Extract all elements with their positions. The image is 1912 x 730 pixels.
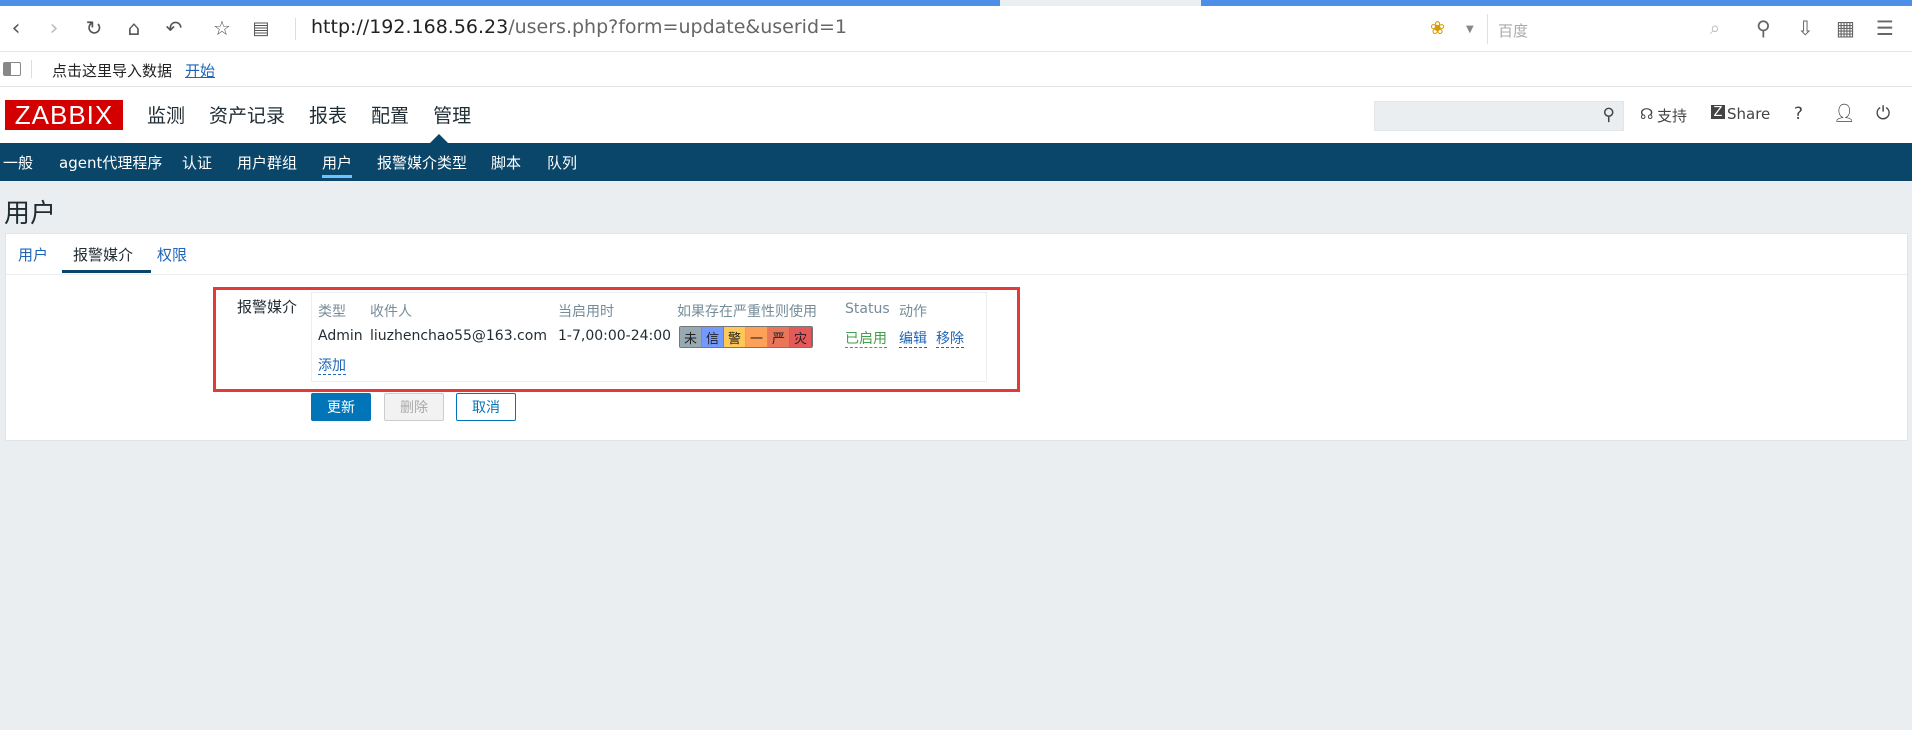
- tab-permissions[interactable]: 权限: [157, 244, 187, 265]
- support-link[interactable]: 支持: [1657, 105, 1687, 126]
- zabbix-header: ZABBIX 监测 资产记录 报表 配置 管理 ⚲ ☊ 支持 Z Share ?…: [0, 87, 1912, 143]
- menu-icon[interactable]: ☰: [1876, 16, 1894, 40]
- submenu-authentication[interactable]: 认证: [182, 152, 212, 173]
- headset-icon[interactable]: ☊: [1640, 105, 1653, 123]
- browser-toolbar: ‹ › ↻ ⌂ ↶ ☆ ▤ http://192.168.56.23/users…: [0, 6, 1912, 52]
- menu-monitoring[interactable]: 监测: [147, 101, 185, 128]
- submenu-user-groups[interactable]: 用户群组: [237, 152, 297, 173]
- bookmark-start-link[interactable]: 开始: [185, 60, 215, 81]
- submenu-media-types[interactable]: 报警媒介类型: [377, 152, 467, 173]
- admin-submenu: 一般 agent代理程序 认证 用户群组 用户 报警媒介类型 脚本 队列: [0, 143, 1912, 181]
- chevron-down-icon[interactable]: ▼: [1466, 24, 1474, 35]
- bookmarks-bar: 点击这里导入数据 开始: [0, 52, 1912, 87]
- home-icon[interactable]: ⌂: [120, 14, 148, 42]
- submenu-general[interactable]: 一般: [3, 152, 33, 173]
- search-engine-icon[interactable]: ❀: [1430, 18, 1454, 40]
- menu-reports[interactable]: 报表: [309, 101, 347, 128]
- form-tabs: 用户 报警媒介 权限: [6, 234, 1907, 275]
- reload-icon[interactable]: ↻: [80, 14, 108, 42]
- highlight-box: [213, 287, 1020, 392]
- undo-icon[interactable]: ↶: [160, 14, 188, 42]
- submenu-queue[interactable]: 队列: [547, 152, 577, 173]
- zabbix-logo[interactable]: ZABBIX: [5, 100, 123, 130]
- active-menu-indicator: [430, 134, 448, 143]
- menu-configuration[interactable]: 配置: [371, 101, 409, 128]
- bookmark-import-text: 点击这里导入数据: [52, 62, 173, 80]
- submenu-users[interactable]: 用户: [322, 152, 353, 178]
- help-icon[interactable]: ?: [1794, 104, 1803, 124]
- active-tab-indicator: [62, 270, 151, 273]
- menu-inventory[interactable]: 资产记录: [209, 101, 285, 128]
- forward-icon[interactable]: ›: [40, 14, 68, 42]
- delete-button[interactable]: 删除: [384, 393, 444, 421]
- menu-administration[interactable]: 管理: [433, 101, 471, 128]
- submenu-proxies[interactable]: agent代理程序: [59, 152, 162, 173]
- download-icon[interactable]: ⇩: [1797, 16, 1814, 40]
- cancel-button[interactable]: 取消: [456, 393, 516, 421]
- tab-media[interactable]: 报警媒介: [73, 244, 133, 265]
- search-icon[interactable]: ⌕: [1710, 18, 1720, 39]
- address-bar[interactable]: http://192.168.56.23/users.php?form=upda…: [311, 16, 847, 38]
- browser-search-input[interactable]: 百度 ⌕: [1487, 14, 1728, 44]
- tab-user[interactable]: 用户: [18, 244, 48, 265]
- update-button[interactable]: 更新: [311, 393, 371, 421]
- main-menu: 监测 资产记录 报表 配置 管理: [147, 101, 495, 128]
- share-icon[interactable]: Z: [1711, 105, 1725, 120]
- submenu-scripts[interactable]: 脚本: [491, 152, 521, 173]
- user-profile-icon[interactable]: 👤︎: [1833, 103, 1856, 124]
- global-search-input[interactable]: ⚲: [1374, 101, 1624, 131]
- sidebar-toggle-icon[interactable]: [3, 62, 21, 76]
- sign-out-icon[interactable]: ⏻: [1876, 103, 1890, 124]
- star-icon[interactable]: ☆: [208, 14, 236, 42]
- extensions-icon[interactable]: ▦: [1836, 16, 1855, 40]
- share-link[interactable]: Share: [1727, 105, 1770, 123]
- reader-icon[interactable]: ▤: [247, 14, 275, 42]
- page-title: 用户: [4, 199, 57, 229]
- account-icon[interactable]: ⚲: [1756, 16, 1771, 40]
- search-icon[interactable]: ⚲: [1603, 105, 1615, 125]
- back-icon[interactable]: ‹: [2, 14, 30, 42]
